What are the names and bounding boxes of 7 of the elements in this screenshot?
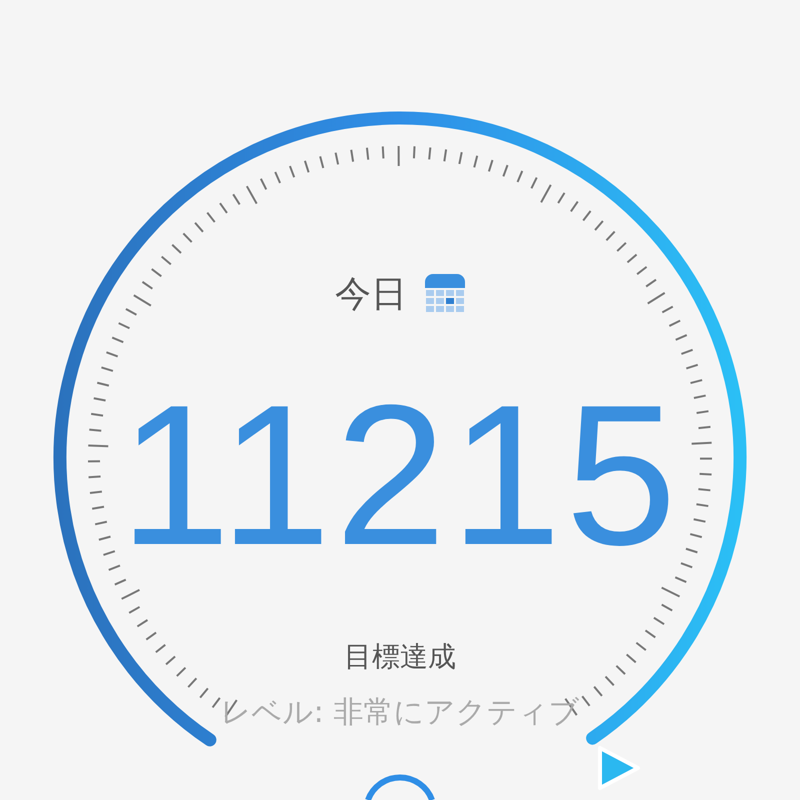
goal-status: 目標達成 [344, 639, 456, 675]
activity-level: レベル: 非常にアクティブ [220, 694, 580, 732]
circle-button-icon[interactable] [365, 774, 435, 800]
step-count: 11215 [119, 376, 681, 576]
date-label: 今日 [335, 272, 407, 316]
calendar-icon[interactable] [425, 274, 465, 314]
end-marker-icon [598, 746, 640, 790]
